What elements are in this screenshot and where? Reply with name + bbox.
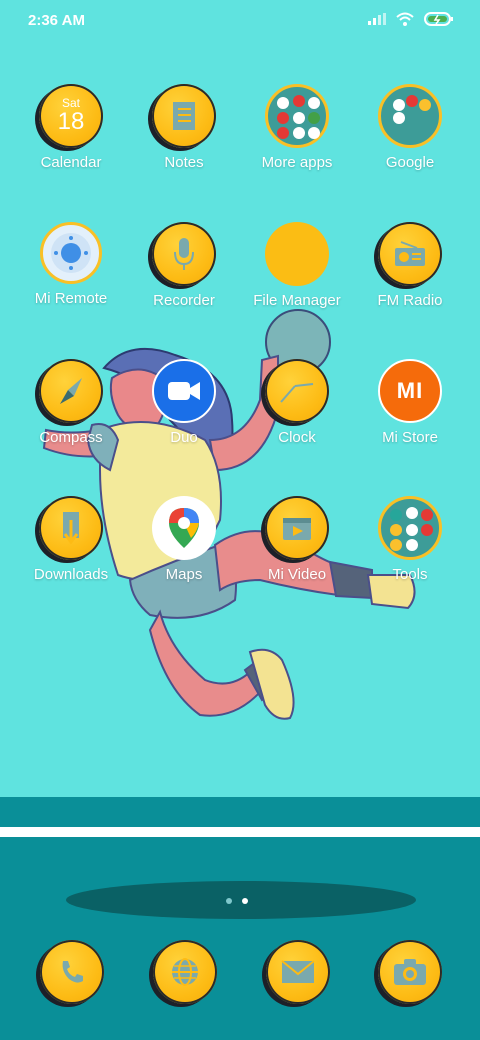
app-file-manager[interactable]: File Manager (242, 222, 352, 309)
app-label: Compass (39, 429, 103, 446)
app-mi-video[interactable]: Mi Video (242, 496, 352, 583)
compass-icon (39, 359, 103, 423)
app-label: Maps (165, 566, 203, 583)
app-label: Recorder (153, 292, 215, 309)
envelope-icon (266, 940, 330, 1004)
video-camera-icon (152, 359, 216, 423)
calendar-icon: Sat 18 (39, 84, 103, 148)
app-label: Google (385, 154, 435, 171)
app-label: Tools (392, 566, 428, 583)
map-pin-icon (152, 496, 216, 560)
battery-charging-icon (424, 12, 453, 26)
app-label: Notes (164, 154, 204, 171)
dock-browser[interactable] (153, 940, 217, 1004)
calendar-day: 18 (57, 108, 85, 135)
signal-icon (368, 13, 386, 25)
folder-more-apps[interactable]: More apps (242, 84, 352, 171)
globe-icon (153, 940, 217, 1004)
remote-icon (40, 222, 102, 284)
app-label: Duo (170, 429, 198, 446)
app-label: FM Radio (377, 292, 443, 309)
dock-stripe (0, 827, 480, 837)
dock-messages[interactable] (266, 940, 330, 1004)
app-label: Mi Remote (34, 290, 108, 307)
dock-camera[interactable] (378, 940, 442, 1004)
file-manager-icon (265, 222, 329, 286)
app-label: Calendar (40, 154, 102, 171)
notes-icon (152, 84, 216, 148)
app-mi-remote[interactable]: Mi Remote (16, 222, 126, 307)
app-label: Mi Video (267, 566, 327, 583)
app-label: File Manager (253, 292, 341, 309)
clock-icon (265, 359, 329, 423)
folder-tools[interactable]: Tools (355, 496, 465, 583)
page-indicator (226, 898, 248, 904)
app-label: Clock (278, 429, 316, 446)
status-bar: 2:36 AM (0, 0, 480, 44)
app-label: More apps (261, 154, 333, 171)
dock-phone[interactable] (40, 940, 104, 1004)
folder-icon (378, 496, 442, 560)
status-time: 2:36 AM (28, 12, 85, 29)
microphone-icon (152, 222, 216, 286)
status-icons (368, 12, 454, 26)
app-fm-radio[interactable]: FM Radio (355, 222, 465, 309)
app-duo[interactable]: Duo (129, 359, 239, 446)
app-label: Mi Store (382, 429, 438, 446)
page-dot-1[interactable] (226, 898, 232, 904)
mi-logo-icon: MI (378, 359, 442, 423)
app-recorder[interactable]: Recorder (129, 222, 239, 309)
app-compass[interactable]: Compass (16, 359, 126, 446)
folder-icon (378, 84, 442, 148)
app-label: Downloads (33, 566, 109, 583)
page-dot-2-active[interactable] (242, 898, 248, 904)
app-notes[interactable]: Notes (129, 84, 239, 171)
download-icon (39, 496, 103, 560)
app-downloads[interactable]: Downloads (16, 496, 126, 583)
mi-logo-text: MI (396, 378, 424, 403)
video-icon (265, 496, 329, 560)
wifi-icon (396, 12, 414, 26)
app-mi-store[interactable]: MI Mi Store (355, 359, 465, 446)
app-clock[interactable]: Clock (242, 359, 352, 446)
folder-icon (265, 84, 329, 148)
radio-icon (378, 222, 442, 286)
phone-icon (40, 940, 104, 1004)
folder-google[interactable]: Google (355, 84, 465, 171)
camera-icon (378, 940, 442, 1004)
app-calendar[interactable]: Sat 18 Calendar (16, 84, 126, 171)
app-maps[interactable]: Maps (129, 496, 239, 583)
